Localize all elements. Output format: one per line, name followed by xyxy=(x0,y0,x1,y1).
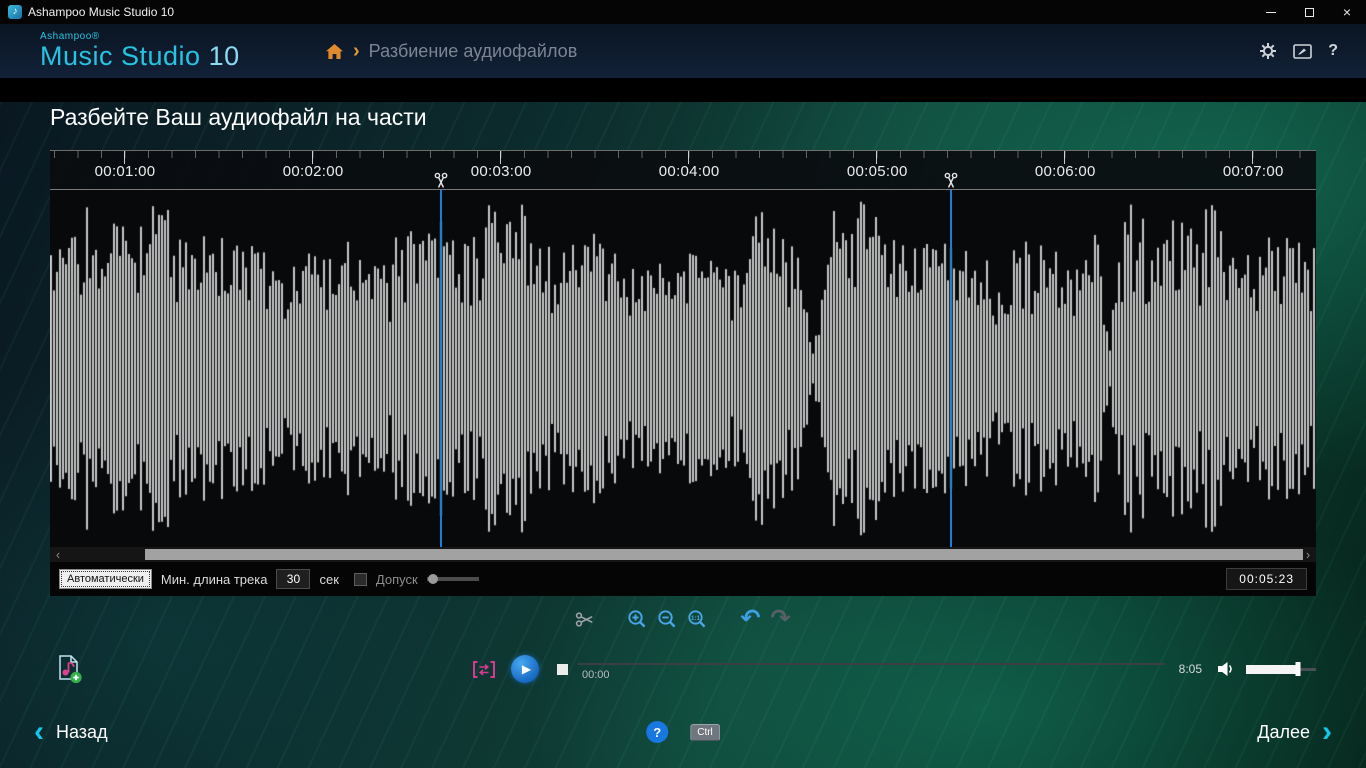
back-chevron-icon: ‹ xyxy=(34,717,44,747)
timeline-ruler[interactable]: 00:01:00 00:02:00 00:03:00 00:04:00 00:05:00… xyxy=(50,150,1316,190)
footer-nav: ‹ Назад ? Ctrl Далее › xyxy=(0,712,1366,752)
min-length-label: Мин. длина трека xyxy=(161,572,268,587)
ctrl-key-hint: Ctrl xyxy=(690,724,720,741)
back-label: Назад xyxy=(56,722,108,743)
scroll-right-arrow[interactable]: › xyxy=(1300,547,1316,562)
horizontal-scrollbar[interactable]: ‹ › xyxy=(50,547,1316,562)
minimize-button[interactable] xyxy=(1252,0,1290,24)
help-icon[interactable]: ? xyxy=(1328,42,1338,60)
zoom-reset-button[interactable]: 1:1 xyxy=(687,609,707,629)
timeline-label: 00:07:00 xyxy=(1223,163,1284,180)
player-bar: ▶ 00:00 8:05 xyxy=(0,642,1366,696)
breadcrumb-title: Разбиение аудиофайлов xyxy=(369,41,578,62)
breadcrumb: › Разбиение аудиофайлов xyxy=(325,41,577,62)
elapsed-time: 00:00 xyxy=(582,669,610,681)
play-button[interactable]: ▶ xyxy=(511,655,539,683)
app-logo: Ashampoo® Music Studio 10 xyxy=(40,32,240,70)
back-button[interactable]: ‹ Назад xyxy=(34,717,120,747)
tolerance-thumb[interactable] xyxy=(428,574,438,584)
position-time-display: 00:05:23 xyxy=(1226,568,1307,590)
next-label: Далее xyxy=(1257,722,1310,743)
add-audio-file-button[interactable] xyxy=(50,651,86,687)
help-button[interactable]: ? xyxy=(646,721,668,743)
split-marker-line[interactable] xyxy=(950,190,952,547)
waveform-canvas[interactable] xyxy=(50,190,1316,547)
split-scissors-icon[interactable] xyxy=(943,172,960,189)
breadcrumb-chevron-icon: › xyxy=(353,41,360,61)
scroll-left-arrow[interactable]: ‹ xyxy=(50,547,66,562)
split-scissors-icon[interactable] xyxy=(433,172,450,189)
next-chevron-icon: › xyxy=(1322,717,1332,747)
waveform-area[interactable] xyxy=(50,190,1316,547)
volume-speaker-icon[interactable] xyxy=(1216,660,1238,678)
timeline-label: 00:06:00 xyxy=(1035,163,1096,180)
svg-text:1:1: 1:1 xyxy=(691,615,701,622)
home-button[interactable] xyxy=(325,43,344,60)
tolerance-checkbox[interactable] xyxy=(354,573,367,586)
split-controls-bar: Автоматически Мин. длина трека сек Допус… xyxy=(50,562,1316,596)
timeline-label: 00:05:00 xyxy=(847,163,908,180)
zoom-out-button[interactable] xyxy=(657,609,677,629)
selection-loop-button[interactable] xyxy=(471,660,497,679)
app-icon: ♪ xyxy=(8,5,22,19)
cut-tool-button[interactable] xyxy=(575,610,594,629)
timeline-label: 00:04:00 xyxy=(659,163,720,180)
split-marker-line[interactable] xyxy=(440,190,442,547)
tolerance-label: Допуск xyxy=(376,572,418,587)
edit-toolbar: 1:1 ↶ ↷ xyxy=(0,596,1366,642)
next-button[interactable]: Далее › xyxy=(1245,717,1332,747)
volume-slider[interactable] xyxy=(1246,662,1316,676)
stop-button[interactable] xyxy=(557,664,568,675)
min-length-input[interactable] xyxy=(276,569,310,589)
minimize-icon xyxy=(1266,12,1276,13)
maximize-restore-button[interactable] xyxy=(1290,0,1328,24)
feedback-icon[interactable] xyxy=(1293,44,1312,59)
tolerance-slider[interactable] xyxy=(427,573,479,585)
zoom-in-button[interactable] xyxy=(627,609,647,629)
seek-bar[interactable]: 00:00 xyxy=(578,654,1165,684)
volume-fill xyxy=(1246,665,1298,674)
window-title: Ashampoo Music Studio 10 xyxy=(28,5,174,19)
settings-gear-icon[interactable] xyxy=(1259,42,1277,60)
maximize-icon xyxy=(1305,8,1314,17)
timeline-label: 00:01:00 xyxy=(95,163,156,180)
auto-split-button[interactable]: Автоматически xyxy=(59,569,152,589)
close-button[interactable]: × xyxy=(1328,0,1366,24)
waveform-panel: 00:01:00 00:02:00 00:03:00 00:04:00 00:05:00… xyxy=(50,150,1316,596)
scrollbar-thumb[interactable] xyxy=(145,549,1303,560)
sec-label: сек xyxy=(319,572,338,587)
play-icon: ▶ xyxy=(522,663,531,675)
timeline-label: 00:03:00 xyxy=(471,163,532,180)
main-content: Разбейте Ваш аудиофайл на части 00:01:00… xyxy=(0,102,1366,768)
redo-button[interactable]: ↷ xyxy=(771,607,791,631)
progress-track xyxy=(578,663,1165,665)
titlebar: ♪ Ashampoo Music Studio 10 × xyxy=(0,0,1366,24)
timeline-label: 00:02:00 xyxy=(283,163,344,180)
undo-button[interactable]: ↶ xyxy=(740,607,760,631)
header: Ashampoo® Music Studio 10 › Разбиение ау… xyxy=(0,24,1366,78)
logo-product-text: Music Studio 10 xyxy=(40,43,240,70)
total-time: 8:05 xyxy=(1179,662,1202,676)
page-title: Разбейте Ваш аудиофайл на части xyxy=(50,102,1366,132)
volume-thumb[interactable] xyxy=(1295,662,1300,676)
